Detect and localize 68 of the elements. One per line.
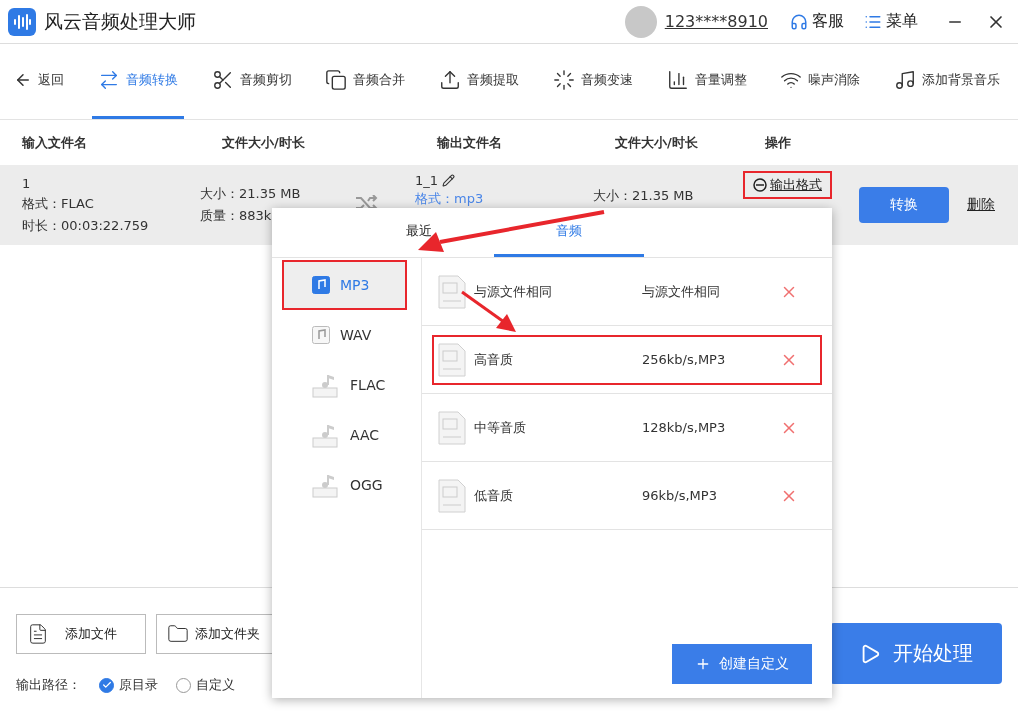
pencil-icon[interactable] [442,174,456,187]
file-icon [438,410,466,445]
radio-option[interactable]: 自定义 [176,676,235,694]
add-file-button[interactable]: 添加文件 [16,614,146,654]
bars-icon [666,69,689,91]
logo-icon [8,7,36,36]
preset-name: 中等音质 [474,418,527,437]
column-header: 输入文件名 [22,133,88,152]
tool-tab[interactable]: 音量调整 [660,44,753,119]
user-link[interactable]: 123****8910 [664,12,768,31]
column-header: 输出文件名 [437,133,503,152]
preset-spec: 128kb/s,MP3 [642,420,727,435]
tool-tab[interactable]: 音频变速 [546,44,639,119]
output-name: 1_1 [415,173,439,188]
upload-icon [439,69,461,91]
format-item[interactable]: MP3 [282,260,407,310]
file-duration: 时长：00:03:22.759 [22,216,150,235]
tool-tab[interactable]: 音频合并 [319,44,412,119]
tool-tab[interactable]: 音频转换 [91,44,184,119]
radio-icon[interactable] [99,677,114,693]
preset-spec: 与源文件相同 [642,282,721,301]
plus-icon [695,656,711,672]
popup-tab[interactable]: 最近 [344,208,494,257]
preset-row[interactable]: 低音质 96kb/s,MP3 [432,470,822,521]
copy-icon [325,69,348,91]
file-icon [27,623,49,645]
file-quality: 质量：883k [200,207,273,225]
menu-button[interactable]: 菜单 [858,11,924,32]
output-path-label: 输出路径： [16,676,81,694]
tool-tab[interactable]: 添加背景音乐 [888,44,1006,119]
file-name: 1 [22,175,32,191]
preset-name: 与源文件相同 [474,282,553,301]
preset-row[interactable]: 中等音质 128kb/s,MP3 [432,402,822,453]
preset-name: 高音质 [474,350,514,369]
file-icon [438,478,466,513]
preset-spec: 256kb/s,MP3 [642,352,727,367]
convert-button[interactable]: 转换 [859,187,949,223]
file-icon [438,274,466,309]
folder-icon [167,623,189,645]
file-format: 格式：FLAC [22,194,95,213]
preset-name: 低音质 [474,486,514,505]
preset-row[interactable]: 与源文件相同 与源文件相同 [432,266,822,317]
back-button[interactable]: 返回 [8,44,70,119]
tool-tab[interactable]: 音频提取 [433,44,525,119]
preset-row[interactable]: 高音质 256kb/s,MP3 [432,334,822,385]
headset-icon [790,12,808,31]
create-custom-button[interactable]: 创建自定义 [672,644,812,684]
output-size: 大小：21.35 MB [593,187,695,205]
start-button[interactable]: 开始处理 [830,623,1002,684]
shuffle-icon [355,195,379,211]
app-title: 风云音频处理大师 [44,8,197,34]
preset-spec: 96kb/s,MP3 [642,488,718,503]
tool-tab[interactable]: 音频剪切 [205,44,298,119]
column-header: 文件大小/时长 [615,133,699,152]
file-icon [438,342,466,377]
radio-option[interactable]: 原目录 [99,676,158,694]
column-header: 文件大小/时长 [222,133,306,152]
service-button[interactable]: 客服 [784,11,850,32]
radio-icon[interactable] [176,677,191,693]
delete-link[interactable]: 删除 [967,196,1018,214]
column-header: 操作 [765,133,792,152]
popup-tab[interactable]: 音频 [494,208,644,257]
scissors-icon [211,69,234,91]
output-format-button[interactable]: 输出格式 [743,171,832,199]
avatar[interactable] [624,5,657,38]
tool-tab[interactable]: 噪声消除 [774,44,867,119]
format-icon [753,178,767,192]
file-size: 大小：21.35 MB [200,185,302,203]
